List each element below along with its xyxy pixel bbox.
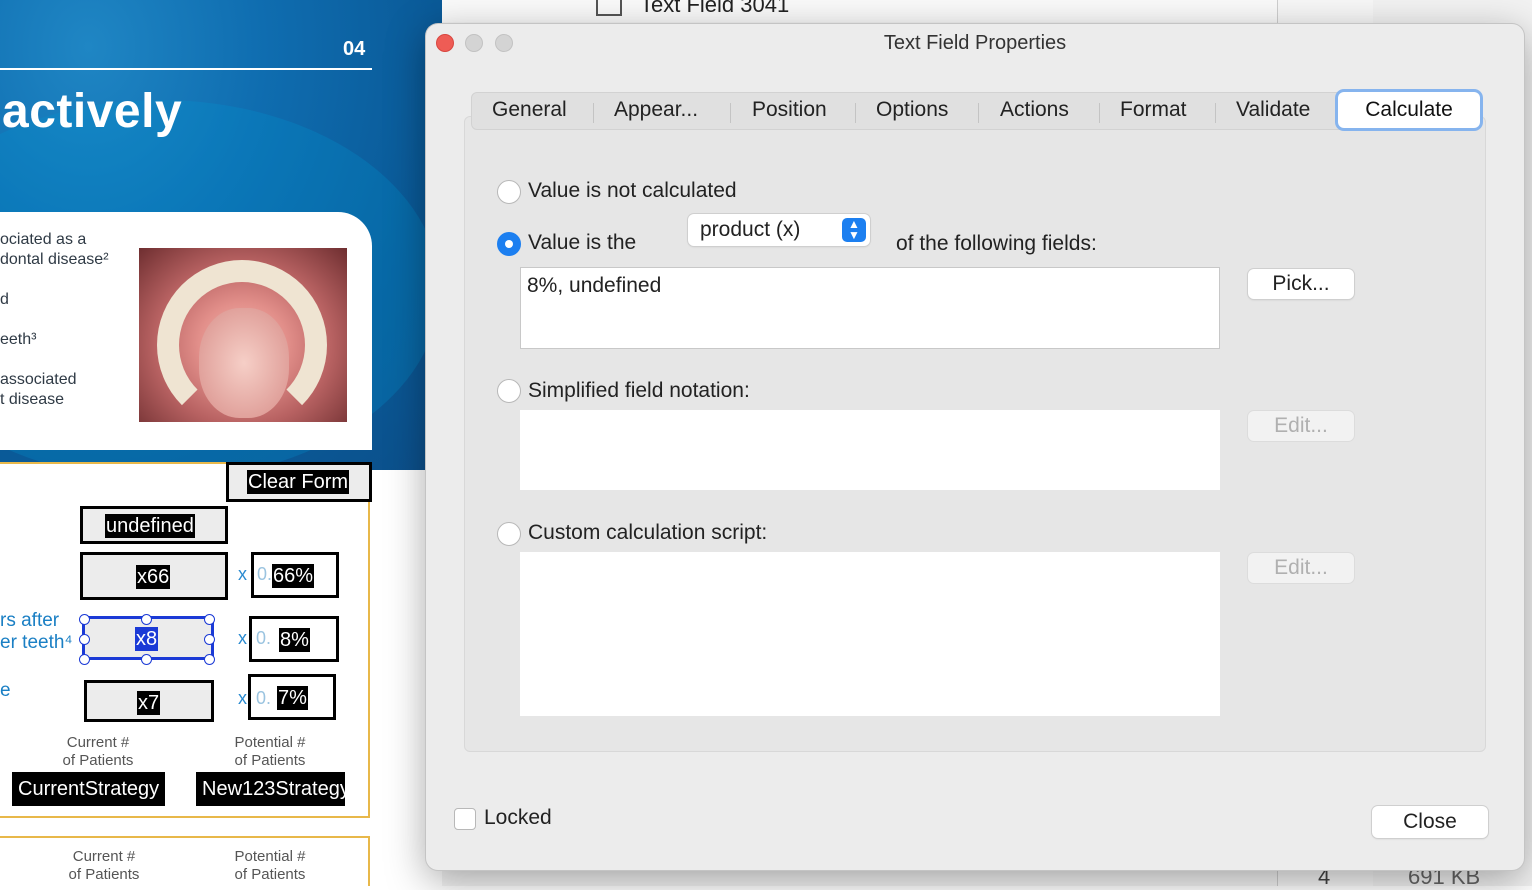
field-66pct-label: 66%	[272, 564, 315, 588]
radio-value-is[interactable]	[497, 232, 521, 256]
custom-script-box[interactable]	[520, 552, 1220, 716]
field-undefined-label: undefined	[105, 514, 195, 538]
field-7pct-label: 7%	[277, 686, 308, 710]
potential-patients-label-line2: of Patients	[234, 866, 306, 883]
tab-separator	[730, 103, 731, 123]
pick-button[interactable]: Pick...	[1248, 269, 1354, 299]
tab-appearance[interactable]: Appear...	[614, 98, 698, 122]
tab-separator	[593, 103, 594, 123]
resize-handle[interactable]	[204, 614, 215, 625]
operation-select[interactable]: product (x) ▲ ▼	[688, 214, 870, 246]
field-8pct-label: 8%	[279, 628, 310, 652]
current-patients-label-line1: Current #	[72, 848, 136, 865]
label-simplified-notation: Simplified field notation:	[528, 379, 750, 402]
tab-position[interactable]: Position	[752, 98, 827, 122]
tab-format[interactable]: Format	[1120, 98, 1187, 122]
label-custom-script: Custom calculation script:	[528, 521, 768, 544]
potential-patients-label-line1: Potential #	[234, 848, 306, 865]
tab-calculate[interactable]: Calculate	[1338, 92, 1480, 128]
multiply-mark: x	[238, 688, 247, 708]
background-window-title: Text Field 3041	[640, 0, 790, 17]
form-box-2: Current # of Patients Potential # of Pat…	[0, 836, 370, 886]
potential-patients-label-line1: Potential #	[234, 734, 306, 751]
multiply-mark: x	[238, 628, 247, 648]
tab-validate[interactable]: Validate	[1236, 98, 1310, 122]
multiply-mark: x	[238, 564, 247, 584]
clear-form-label: Clear Form	[247, 470, 350, 494]
resize-handle[interactable]	[204, 654, 215, 665]
row-label-line1: rs after	[0, 610, 60, 631]
tab-actions[interactable]: Actions	[1000, 98, 1069, 122]
field-x66[interactable]: x66	[80, 552, 228, 600]
form-box: Clear Form undefined x66 x 0. 66% rs aft…	[0, 462, 372, 818]
dental-arch-photo	[139, 248, 347, 422]
dialog-titlebar[interactable]: Text Field Properties	[426, 24, 1524, 62]
field-7pct[interactable]: 7%	[248, 674, 336, 720]
close-button[interactable]: Close	[1372, 806, 1488, 838]
resize-handle[interactable]	[204, 634, 215, 645]
page-rule	[0, 68, 372, 70]
resize-handle[interactable]	[141, 614, 152, 625]
resize-handle[interactable]	[79, 634, 90, 645]
text-fragment: ociated as a	[0, 231, 87, 248]
resize-handle[interactable]	[79, 654, 90, 665]
resize-handle[interactable]	[79, 614, 90, 625]
label-value-is: Value is the	[528, 231, 637, 254]
dialog-title: Text Field Properties	[883, 32, 1067, 54]
edit-script-button[interactable]: Edit...	[1248, 553, 1354, 583]
operation-select-value: product (x)	[700, 218, 801, 241]
locked-checkbox[interactable]	[454, 808, 476, 830]
text-field-properties-dialog: Text Field Properties Value is not calcu…	[426, 24, 1524, 870]
field-undefined[interactable]: undefined	[80, 506, 228, 544]
headline: actively	[2, 85, 183, 138]
radio-simplified-notation[interactable]	[497, 379, 521, 403]
current-strategy-button[interactable]: CurrentStrategy	[12, 772, 166, 806]
radio-not-calculated[interactable]	[497, 180, 521, 204]
fields-list-box[interactable]: 8%, undefined	[520, 267, 1220, 349]
field-x7-label: x7	[137, 691, 161, 715]
text-fragment: d	[0, 291, 9, 308]
clear-form-button[interactable]: Clear Form	[226, 462, 372, 502]
pdf-document-page: 04 actively ociated as a dontal disease²…	[0, 0, 442, 886]
current-patients-label-line2: of Patients	[68, 866, 140, 883]
label-of-following-fields: of the following fields:	[896, 232, 1097, 255]
fields-list-value: 8%, undefined	[527, 274, 662, 297]
page-number: 04	[343, 38, 366, 60]
field-x7[interactable]: x7	[84, 680, 214, 722]
text-fragment: associated	[0, 371, 77, 388]
potential-patients-label-line2: of Patients	[234, 752, 306, 769]
field-x8-label: x8	[135, 627, 159, 651]
tab-separator	[855, 103, 856, 123]
row-label-line3: e	[0, 680, 11, 701]
field-x66-label: x66	[136, 565, 171, 589]
tab-general[interactable]: General	[492, 98, 567, 122]
edit-notation-button[interactable]: Edit...	[1248, 411, 1354, 441]
current-patients-label-line1: Current #	[66, 734, 130, 751]
tab-separator	[1215, 103, 1216, 123]
tab-bar: General Appear... Position Options Actio…	[471, 92, 1481, 130]
label-not-calculated: Value is not calculated	[528, 179, 737, 202]
radio-custom-script[interactable]	[497, 522, 521, 546]
tab-options[interactable]: Options	[876, 98, 948, 122]
teeth-arch-shape	[157, 260, 327, 422]
row-label-line2: er teeth⁴	[0, 632, 73, 653]
text-fragment: eeth³	[0, 331, 37, 348]
resize-handle[interactable]	[141, 654, 152, 665]
current-patients-label-line2: of Patients	[62, 752, 134, 769]
locked-label: Locked	[484, 806, 552, 829]
simplified-notation-box[interactable]	[520, 410, 1220, 490]
tab-separator	[1099, 103, 1100, 123]
field-8pct[interactable]: 8%	[249, 616, 339, 662]
tab-separator	[978, 103, 979, 123]
new-strategy-button[interactable]: New123Strategy	[196, 772, 345, 806]
text-fragment: dontal disease²	[0, 251, 109, 268]
text-field-icon	[596, 0, 622, 16]
text-fragment: t disease	[0, 391, 65, 408]
field-66pct[interactable]: 66%	[251, 552, 339, 598]
updown-chevron-icon: ▲ ▼	[842, 218, 866, 242]
